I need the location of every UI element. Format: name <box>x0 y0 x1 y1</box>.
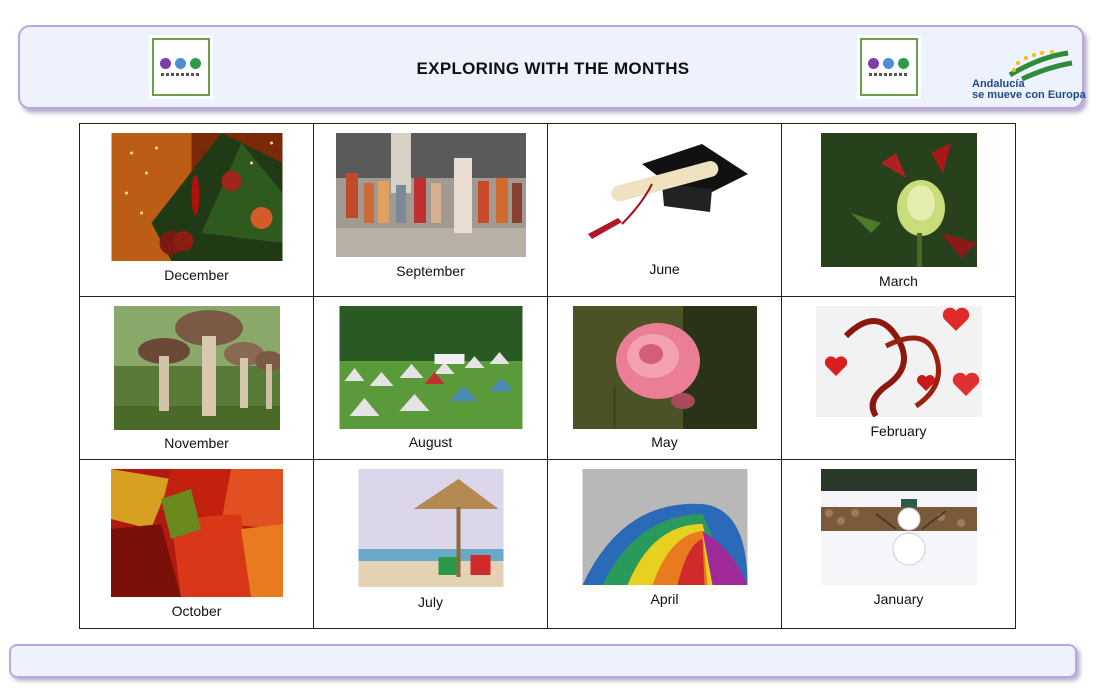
month-cell-october: October <box>79 459 314 629</box>
month-cell-july: July <box>313 459 548 629</box>
month-cell-august: August <box>313 296 548 460</box>
month-label: January <box>873 591 924 607</box>
month-label: August <box>408 434 453 450</box>
month-cell-september: September <box>313 123 548 297</box>
month-label: October <box>171 603 222 619</box>
europa-label: se mueve con Europa <box>972 89 1086 101</box>
camping-tents-image <box>339 306 522 429</box>
month-label: December <box>164 267 229 283</box>
month-label: March <box>879 273 918 289</box>
footer-banner <box>9 644 1077 678</box>
month-cell-june: June <box>547 123 782 297</box>
header-banner: EXPLORING WITH THE MONTHS Andalucía se m… <box>18 25 1086 109</box>
month-cell-april: April <box>547 459 782 629</box>
rainbow-umbrella-image <box>582 469 747 585</box>
month-cell-january: January <box>781 459 1016 629</box>
schoolchildren-image <box>335 133 526 257</box>
month-label: April <box>650 591 679 607</box>
month-cell-november: November <box>79 296 314 460</box>
snowman-image <box>820 469 977 585</box>
valentine-hearts-image <box>815 306 982 417</box>
month-label: February <box>870 423 927 439</box>
month-cell-may: May <box>547 296 782 460</box>
month-cell-march: March <box>781 123 1016 297</box>
month-label: September <box>396 263 465 279</box>
month-label: July <box>418 594 443 610</box>
rosebud-image <box>820 133 977 267</box>
christmas-tree-image <box>111 133 282 261</box>
month-cell-february: February <box>781 296 1016 460</box>
month-cell-december: December <box>79 123 314 297</box>
pink-rose-image <box>572 306 757 429</box>
autumn-leaves-image <box>110 469 283 597</box>
school-project-logo-right <box>860 38 918 96</box>
graduation-cap-image <box>581 144 748 244</box>
months-grid: December September June March November A… <box>79 123 1016 629</box>
andalucia-europa-logo: Andalucía se mueve con Europa <box>970 49 1086 109</box>
month-label: June <box>649 261 680 277</box>
page-title: EXPLORING WITH THE MONTHS <box>416 59 690 78</box>
month-label: November <box>164 435 229 451</box>
andalucia-swoosh-icon <box>1008 50 1073 82</box>
beach-umbrella-image <box>358 469 503 587</box>
month-label: May <box>651 434 678 450</box>
mushrooms-image <box>113 306 280 430</box>
